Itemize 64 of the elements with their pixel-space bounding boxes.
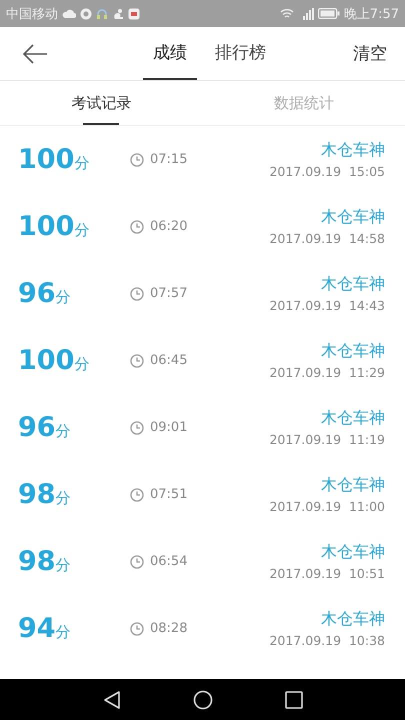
user-name: 木仓车神 xyxy=(321,542,385,563)
record-row[interactable]: 98分 06:54 木仓车神 2017.09.19 10:51 xyxy=(0,528,405,595)
date-time: 2017.09.19 15:05 xyxy=(269,164,385,179)
recents-square-icon[interactable] xyxy=(284,690,302,708)
battery-icon xyxy=(318,8,340,19)
date-time: 2017.09.19 11:19 xyxy=(269,432,385,447)
duration-text: 06:45 xyxy=(150,353,188,368)
sub-tab[interactable]: 数据统计 xyxy=(202,81,405,125)
score-text: 100分 xyxy=(18,345,90,376)
score-text: 98分 xyxy=(18,546,72,577)
home-circle-icon[interactable] xyxy=(192,690,212,710)
duration-text: 07:51 xyxy=(150,487,188,502)
clear-button[interactable]: 清空 xyxy=(335,27,405,80)
user-name: 木仓车神 xyxy=(321,609,385,630)
sub-tab[interactable]: 考试记录 xyxy=(0,81,202,125)
score-text: 98分 xyxy=(18,479,72,510)
score-text: 100分 xyxy=(18,144,90,175)
headset-icon xyxy=(96,8,108,20)
record-row[interactable]: 98分 07:51 木仓车神 2017.09.19 11:00 xyxy=(0,461,405,528)
score-text: 100分 xyxy=(18,211,90,242)
duration-text: 06:54 xyxy=(150,554,188,569)
record-row[interactable]: 100分 06:20 木仓车神 2017.09.19 14:58 xyxy=(0,193,405,260)
clock-icon xyxy=(130,554,144,568)
record-row[interactable]: 96分 09:01 木仓车神 2017.09.19 11:19 xyxy=(0,394,405,461)
app-icon xyxy=(128,8,140,20)
user-name: 木仓车神 xyxy=(321,207,385,228)
carrier-name: 中国移动 xyxy=(6,6,58,22)
cloud-icon xyxy=(62,8,76,18)
date-time: 2017.09.19 14:58 xyxy=(269,231,385,246)
record-row[interactable]: 94分 08:28 木仓车神 2017.09.19 10:38 xyxy=(0,595,405,662)
duration-text: 07:57 xyxy=(150,286,188,301)
clock-icon xyxy=(130,286,144,300)
score-text: 94分 xyxy=(18,613,72,644)
user-name: 木仓车神 xyxy=(321,140,385,161)
header-tab[interactable]: 成绩 xyxy=(143,27,197,80)
clock-time: 晚上7:57 xyxy=(344,6,399,22)
user-name: 木仓车神 xyxy=(321,274,385,295)
user-name: 木仓车神 xyxy=(321,408,385,429)
score-text: 96分 xyxy=(18,412,72,443)
date-time: 2017.09.19 11:00 xyxy=(269,499,385,514)
clock-icon xyxy=(130,220,144,234)
back-triangle-icon[interactable] xyxy=(102,690,120,710)
record-row[interactable]: 100分 07:15 木仓车神 2017.09.19 15:05 xyxy=(0,126,405,193)
record-row[interactable]: 96分 07:57 木仓车神 2017.09.19 14:43 xyxy=(0,260,405,327)
date-time: 2017.09.19 10:38 xyxy=(269,633,385,648)
clock-icon xyxy=(130,354,144,368)
duration-text: 08:28 xyxy=(150,621,188,636)
back-arrow-icon xyxy=(22,44,48,64)
clock-icon xyxy=(130,420,144,434)
date-time: 2017.09.19 10:51 xyxy=(269,566,385,581)
user-name: 木仓车神 xyxy=(321,475,385,496)
clock-icon xyxy=(130,152,144,166)
duration-text: 09:01 xyxy=(150,420,188,435)
wifi-icon xyxy=(280,8,294,19)
duration-text: 07:15 xyxy=(150,152,188,167)
clock-icon xyxy=(130,622,144,636)
clock-icon xyxy=(130,488,144,502)
user-name: 木仓车神 xyxy=(321,341,385,362)
record-row[interactable]: 100分 06:45 木仓车神 2017.09.19 11:29 xyxy=(0,327,405,394)
date-time: 2017.09.19 14:43 xyxy=(269,298,385,313)
header-tab[interactable]: 排行榜 xyxy=(205,27,276,80)
score-text: 96分 xyxy=(18,278,72,309)
date-time: 2017.09.19 11:29 xyxy=(269,365,385,380)
duration-text: 06:20 xyxy=(150,219,188,234)
